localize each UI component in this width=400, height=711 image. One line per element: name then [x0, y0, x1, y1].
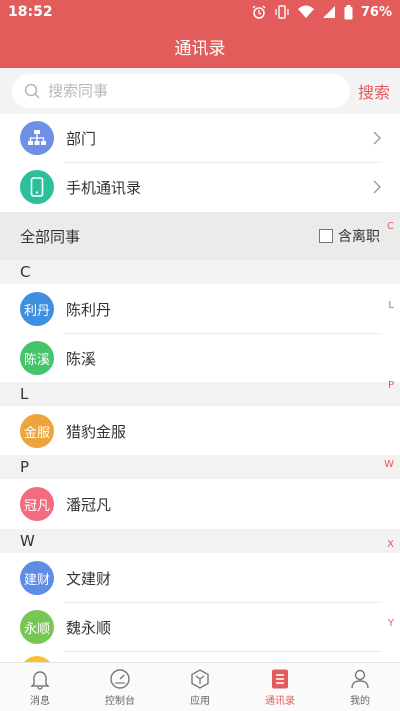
tab-messages[interactable]: 消息	[0, 663, 80, 711]
wifi-icon	[297, 5, 314, 18]
contacts-book-icon	[272, 669, 288, 688]
contact-name: 文建财	[66, 569, 112, 588]
bell-icon	[30, 670, 50, 690]
avatar-text: 利丹	[23, 303, 50, 319]
contact-name: 陈溪	[66, 349, 97, 368]
chevron-right-icon	[373, 180, 381, 194]
phone-icon	[20, 170, 54, 204]
index-letter-l[interactable]: L	[388, 300, 394, 311]
checkbox-label: 含离职	[338, 229, 380, 245]
contact-row[interactable]: 冠凡 潘冠凡	[0, 480, 400, 528]
avatar-text: 陈溪	[23, 352, 50, 368]
apps-hexagon-icon	[191, 668, 209, 689]
avatar: 建财	[20, 561, 54, 595]
search-input[interactable]	[48, 82, 318, 100]
tab-me[interactable]: 我的	[320, 663, 400, 711]
index-letter-c[interactable]: C	[387, 221, 394, 232]
tab-label: 控制台	[105, 695, 135, 707]
status-time: 18:52	[8, 4, 53, 20]
org-chart-icon	[20, 121, 54, 155]
avatar: 利丹	[20, 292, 54, 326]
contact-row[interactable]: 永顺 魏永顺	[0, 603, 400, 651]
tab-contacts[interactable]: 通讯录	[240, 663, 320, 711]
avatar-text: 冠凡	[23, 498, 50, 514]
nav-row-label: 部门	[66, 129, 97, 148]
nav-row-label: 手机通讯录	[66, 178, 142, 197]
battery-icon	[344, 4, 353, 19]
tab-console[interactable]: 控制台	[80, 663, 160, 711]
status-bar: 18:52 76%	[0, 0, 400, 24]
search-box[interactable]	[12, 74, 350, 108]
contact-row[interactable]: 金服 猎豹金服	[0, 407, 400, 455]
search-bar: 搜索	[0, 68, 400, 114]
dashboard-icon	[110, 668, 130, 689]
avatar-text: 建财	[23, 572, 50, 588]
tab-label: 通讯录	[265, 695, 295, 707]
index-letter-w[interactable]: W	[384, 459, 394, 470]
battery-percent: 76%	[360, 4, 392, 20]
nav-row-department[interactable]: 部门	[0, 114, 400, 162]
nav-row-phone-contacts[interactable]: 手机通讯录	[0, 163, 400, 211]
all-colleagues-title: 全部同事	[20, 227, 81, 246]
section-header-p: P	[0, 455, 400, 479]
section-letter: C	[20, 263, 31, 281]
contact-row[interactable]: 陈溪 陈溪	[0, 334, 400, 382]
include-resigned-checkbox[interactable]: 含离职	[319, 226, 380, 246]
user-icon	[351, 669, 369, 688]
chevron-right-icon	[373, 131, 381, 145]
vibrate-icon	[275, 5, 289, 19]
avatar-text: 金服	[23, 425, 50, 441]
contact-row[interactable]: 利丹 陈利丹	[0, 285, 400, 333]
search-button[interactable]: 搜索	[358, 79, 390, 103]
index-letter-x[interactable]: X	[387, 539, 394, 550]
section-header-w: W	[0, 529, 400, 553]
tab-label: 消息	[30, 695, 50, 707]
index-letter-p[interactable]: P	[388, 380, 394, 391]
tab-label: 应用	[190, 695, 210, 707]
section-letter: W	[20, 532, 35, 550]
signal-icon	[322, 6, 335, 18]
avatar: 冠凡	[20, 487, 54, 521]
avatar: 永顺	[20, 610, 54, 644]
all-colleagues-bar: 全部同事 含离职	[0, 212, 400, 260]
section-letter: P	[20, 458, 30, 476]
avatar-text: 永顺	[23, 621, 50, 637]
section-header-l: L	[0, 382, 400, 406]
page-title: 通讯录	[174, 38, 226, 59]
search-icon	[24, 83, 40, 99]
contact-name: 陈利丹	[66, 300, 112, 319]
contact-name: 魏永顺	[66, 618, 112, 637]
status-icons: 76%	[252, 4, 392, 20]
checkbox-box[interactable]	[319, 229, 333, 243]
section-header-c: C	[0, 260, 400, 284]
divider	[64, 651, 382, 652]
index-letter-y[interactable]: Y	[388, 618, 394, 629]
alarm-icon	[252, 5, 266, 19]
contact-name: 潘冠凡	[66, 495, 112, 514]
app-header: 通讯录	[0, 24, 400, 68]
contact-row[interactable]: 建财 文建财	[0, 554, 400, 602]
tab-label: 我的	[350, 695, 370, 707]
avatar: 金服	[20, 414, 54, 448]
tab-apps[interactable]: 应用	[160, 663, 240, 711]
section-letter: L	[20, 385, 29, 403]
bottom-nav: 消息 控制台 应用 通讯录 我的	[0, 662, 400, 711]
contact-name: 猎豹金服	[66, 422, 127, 441]
avatar: 陈溪	[20, 341, 54, 375]
